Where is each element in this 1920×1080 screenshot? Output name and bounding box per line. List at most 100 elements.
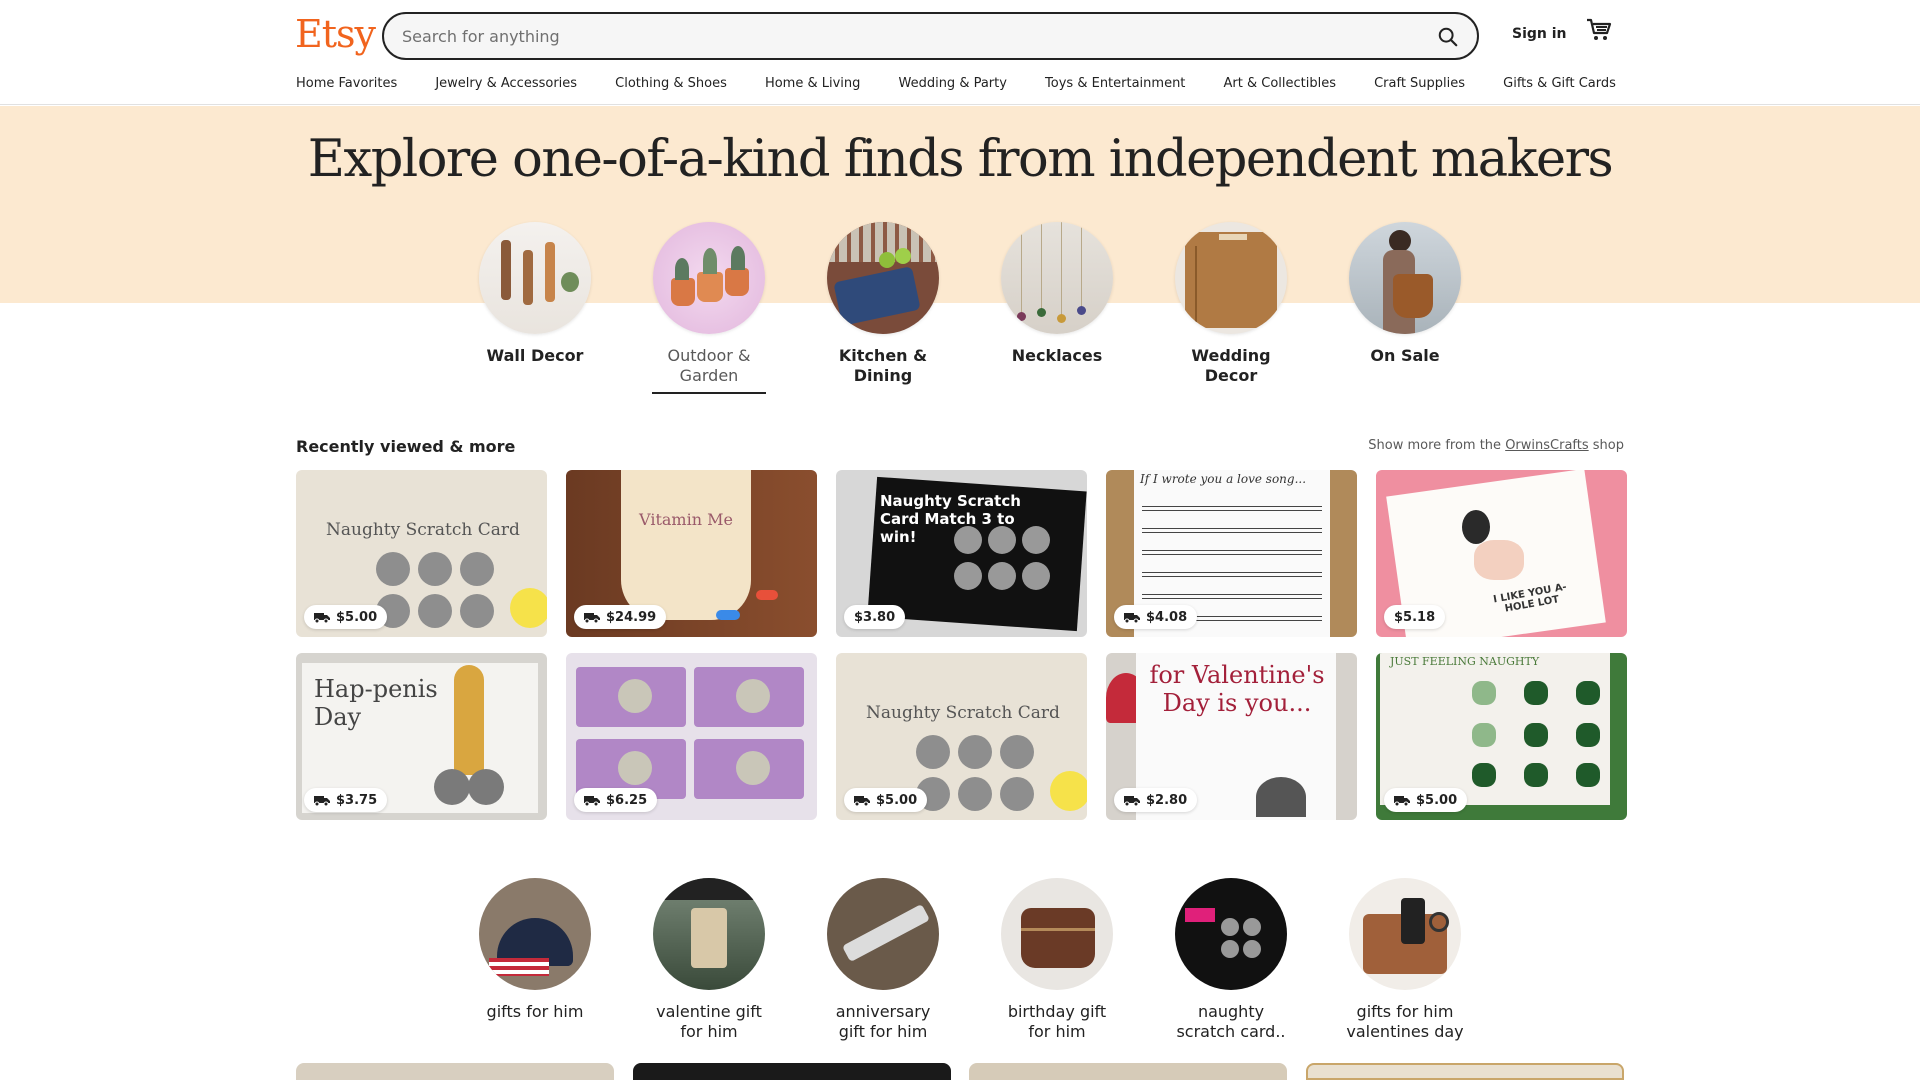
category-wall-decor[interactable]: Wall Decor: [470, 222, 600, 366]
category-label: Wedding Decor: [1191, 346, 1271, 385]
listing-card[interactable]: Naughty Scratch Card $5.00: [296, 470, 547, 637]
category-image: [827, 222, 939, 334]
price-badge: $5.00: [1384, 788, 1468, 812]
hero-title: Explore one-of-a-kind finds from indepen…: [307, 130, 1614, 189]
free-shipping-truck-icon: [584, 796, 600, 806]
category-image: [1349, 222, 1461, 334]
hero-categories: Wall Decor Outdoor & Garden Kitchen & Dini…: [470, 222, 1461, 402]
gift-suggestion[interactable]: gifts for him: [460, 878, 610, 1022]
category-label: Kitchen & Dining: [838, 346, 928, 385]
listing-card[interactable]: I LIKE YOU A-HOLE LOT $5.18: [1376, 470, 1627, 637]
cart-button[interactable]: [1586, 18, 1614, 46]
gift-label: gifts for him: [486, 1002, 584, 1021]
listing-card-partial[interactable]: [633, 1063, 951, 1080]
free-shipping-truck-icon: [314, 613, 330, 623]
category-label: Necklaces: [1011, 346, 1103, 365]
free-shipping-truck-icon: [854, 796, 870, 806]
gift-image: [1175, 878, 1287, 990]
category-nav: Home Favorites Jewelry & Accessories Clo…: [296, 76, 1616, 96]
listing-card[interactable]: If I wrote you a love song... $4.08: [1106, 470, 1357, 637]
free-shipping-truck-icon: [1394, 796, 1410, 806]
category-image: [479, 222, 591, 334]
nav-art-collectibles[interactable]: Art & Collectibles: [1224, 76, 1336, 96]
gift-suggestion[interactable]: birthday gift for him: [982, 878, 1132, 1042]
gift-image: [827, 878, 939, 990]
category-on-sale[interactable]: On Sale: [1340, 222, 1470, 366]
gift-label: gifts for him valentines day: [1346, 1002, 1464, 1041]
listing-card[interactable]: Hap-penis Day $3.75: [296, 653, 547, 820]
gift-label: naughty scratch card..: [1176, 1002, 1286, 1041]
nav-gifts-gift-cards[interactable]: Gifts & Gift Cards: [1503, 76, 1616, 96]
listing-card-partial[interactable]: [296, 1063, 614, 1080]
category-label: Outdoor & Garden: [667, 346, 751, 385]
nav-craft-supplies[interactable]: Craft Supplies: [1374, 76, 1465, 96]
listing-card[interactable]: JUST FEELING NAUGHTY $5.00: [1376, 653, 1627, 820]
gift-image: [1349, 878, 1461, 990]
listing-image-text: Vitamin Me: [639, 510, 733, 529]
price-badge: $3.80: [844, 605, 906, 629]
listing-image-text: for Valentine's Day is you...: [1149, 661, 1325, 717]
price-badge: $2.80: [1114, 788, 1198, 812]
listing-card[interactable]: Naughty Scratch Card Match 3 to win! $3.…: [836, 470, 1087, 637]
gift-label: birthday gift for him: [1007, 1002, 1107, 1041]
free-shipping-truck-icon: [1124, 796, 1140, 806]
gift-suggestion[interactable]: naughty scratch card..: [1156, 878, 1306, 1042]
shop-link[interactable]: OrwinsCrafts: [1505, 438, 1588, 453]
listing-card[interactable]: for Valentine's Day is you... $2.80: [1106, 653, 1357, 820]
nav-wedding-party[interactable]: Wedding & Party: [898, 76, 1006, 96]
category-outdoor-garden[interactable]: Outdoor & Garden: [644, 222, 774, 394]
category-wedding-decor[interactable]: Wedding Decor: [1166, 222, 1296, 386]
listing-card[interactable]: Vitamin Me $24.99: [566, 470, 817, 637]
category-image: [653, 222, 765, 334]
nav-toys-entertainment[interactable]: Toys & Entertainment: [1045, 76, 1185, 96]
show-more-from-shop: Show more from the OrwinsCrafts shop: [1368, 438, 1624, 453]
gift-suggestion[interactable]: gifts for him valentines day: [1330, 878, 1480, 1042]
etsy-logo[interactable]: Etsy: [295, 12, 376, 56]
category-kitchen-dining[interactable]: Kitchen & Dining: [818, 222, 948, 386]
nav-clothing-shoes[interactable]: Clothing & Shoes: [615, 76, 727, 96]
price-badge: $5.00: [844, 788, 928, 812]
price-badge: $5.00: [304, 605, 388, 629]
listing-image-text: Naughty Scratch Card: [866, 703, 1060, 723]
gift-label: valentine gift for him: [656, 1002, 762, 1041]
search-bar: [382, 12, 1479, 60]
gift-image: [653, 878, 765, 990]
nav-home-favorites[interactable]: Home Favorites: [296, 76, 397, 96]
free-shipping-truck-icon: [584, 613, 600, 623]
price-badge: $6.25: [574, 788, 658, 812]
sign-in-link[interactable]: Sign in: [1512, 26, 1567, 42]
recently-viewed-title: Recently viewed & more: [296, 437, 516, 456]
gift-image: [1001, 878, 1113, 990]
gift-image: [479, 878, 591, 990]
category-label: On Sale: [1370, 346, 1440, 365]
listing-card[interactable]: $6.25: [566, 653, 817, 820]
category-label: Wall Decor: [486, 346, 584, 365]
nav-home-living[interactable]: Home & Living: [765, 76, 860, 96]
price-badge: $3.75: [304, 788, 388, 812]
site-header: Etsy Sign in Home Favorites Jewelry & Ac…: [0, 0, 1920, 105]
free-shipping-truck-icon: [1124, 613, 1140, 623]
listing-image-text: Naughty Scratch Card: [326, 520, 520, 540]
search-input[interactable]: [402, 14, 1402, 58]
gift-suggestion[interactable]: valentine gift for him: [634, 878, 784, 1042]
category-image: [1001, 222, 1113, 334]
listing-card-partial[interactable]: [969, 1063, 1287, 1080]
listing-image-text: JUST FEELING NAUGHTY: [1390, 655, 1540, 668]
gift-search-suggestions: gifts for him valentine gift for him anni…: [470, 878, 1464, 1048]
price-badge: $5.18: [1384, 605, 1446, 629]
listing-image-text: If I wrote you a love song...: [1140, 472, 1307, 486]
listing-card[interactable]: Naughty Scratch Card $5.00: [836, 653, 1087, 820]
free-shipping-truck-icon: [314, 796, 330, 806]
listing-image-text: Hap-penis Day: [314, 675, 438, 731]
gift-label: anniversary gift for him: [835, 1002, 931, 1041]
active-category-underline: [652, 392, 766, 394]
category-necklaces[interactable]: Necklaces: [992, 222, 1122, 366]
cart-icon: [1587, 18, 1612, 40]
listing-card-partial[interactable]: [1306, 1063, 1624, 1080]
search-button[interactable]: [1431, 20, 1465, 54]
category-image: [1175, 222, 1287, 334]
gift-suggestion[interactable]: anniversary gift for him: [808, 878, 958, 1042]
nav-jewelry-accessories[interactable]: Jewelry & Accessories: [435, 76, 577, 96]
price-badge: $24.99: [574, 605, 667, 629]
search-icon: [1438, 27, 1458, 47]
